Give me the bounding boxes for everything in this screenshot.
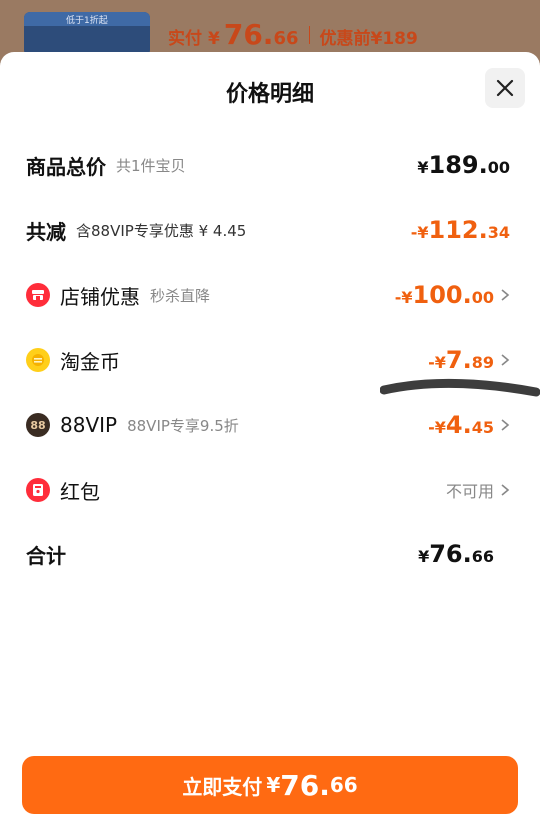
88vip-dec: 45 (471, 418, 494, 437)
total-discount-currency: -¥ (410, 223, 429, 242)
goods-total-int: 189. (428, 151, 488, 179)
pay-now-button[interactable]: 立即支付 ¥76. 66 (22, 756, 518, 814)
total-discount-int: 112. (428, 216, 488, 244)
backdrop-pay-int: 76. (223, 18, 274, 51)
88vip-icon-text: 88 (30, 418, 46, 432)
store-discount-dec: 00 (471, 288, 494, 307)
store-discount-amount: -¥ 100. 00 (395, 281, 494, 309)
row-total-discount: 共减 含88VIP专享优惠 ¥ 4.45 -¥ 112. 34 (0, 210, 540, 250)
goods-total-sub: 共1件宝贝 (116, 156, 186, 175)
sum-int: 76. (429, 540, 472, 568)
backdrop-orig-price: ¥189 (370, 29, 418, 49)
88vip-amount: -¥ 4. 45 (428, 411, 494, 439)
scribble-mark (380, 379, 540, 397)
chevron-right-icon (501, 354, 510, 366)
coin-amount: -¥ 7. 89 (428, 346, 494, 374)
goods-total-amount: ¥189. 00 (417, 151, 510, 179)
sum-dec: 66 (471, 547, 494, 566)
red-packet-status: 不可用 (445, 482, 494, 501)
close-button[interactable] (485, 68, 525, 108)
store-discount-currency: -¥ (394, 288, 413, 307)
store-discount-label: 店铺优惠 (60, 284, 140, 309)
coin-label: 淘金币 (60, 349, 120, 374)
sum-label: 合计 (26, 543, 66, 568)
total-discount-sub: 含88VIP专享优惠 ¥ 4.45 (76, 221, 247, 240)
backdrop-pay-dec: 66 (273, 28, 299, 49)
coin-int: 7. (445, 346, 472, 374)
backdrop-pay-label: 实付 (168, 29, 202, 49)
red-packet-label: 红包 (60, 479, 100, 504)
total-discount-label: 共减 (26, 219, 66, 244)
backdrop-price: 实付 ¥ 76. 66 优惠前 ¥189 (168, 18, 418, 51)
chevron-right-icon (501, 289, 510, 301)
88vip-icon: 88 (26, 413, 50, 437)
goods-total-dec: 00 (487, 158, 510, 177)
total-discount-amount: -¥ 112. 34 (411, 216, 510, 244)
pay-now-dec: 66 (329, 773, 358, 797)
pay-now-label: 立即支付 (182, 774, 263, 799)
price-detail-sheet: 价格明细 商品总价 共1件宝贝 ¥189. 00 共减 含88VIP专享优惠 ¥ … (0, 52, 540, 835)
coin-dec: 89 (471, 353, 494, 372)
pay-now-currency: ¥ (266, 773, 281, 797)
88vip-sub: 88VIP专享9.5折 (127, 416, 239, 435)
pay-now-int: 76. (280, 768, 330, 802)
sum-currency: ¥ (418, 547, 430, 566)
chevron-right-icon (501, 484, 510, 496)
product-thumbnail: 低于1折起 (24, 12, 150, 56)
row-sum: 合计 ¥76. 66 (0, 534, 540, 574)
sheet-title: 价格明细 (225, 82, 314, 107)
coin-currency: -¥ (428, 353, 446, 372)
row-88vip[interactable]: 88 88VIP 88VIP专享9.5折 -¥ 4. 45 (0, 405, 540, 445)
row-goods-total: 商品总价 共1件宝贝 ¥189. 00 (0, 145, 540, 185)
close-icon (496, 79, 514, 97)
88vip-int: 4. (445, 411, 472, 439)
row-store-discount[interactable]: 店铺优惠 秒杀直降 -¥ 100. 00 (0, 275, 540, 315)
goods-total-label: 商品总价 (26, 154, 106, 179)
88vip-currency: -¥ (428, 418, 446, 437)
88vip-label: 88VIP (60, 413, 118, 437)
thumbnail-text: 低于1折起 (66, 16, 108, 26)
sum-amount: ¥76. 66 (418, 540, 494, 568)
row-coin[interactable]: 淘金币 -¥ 7. 89 (0, 340, 540, 380)
backdrop-orig-label: 优惠前 (319, 29, 371, 49)
row-red-packet[interactable]: 红包 不可用 (0, 470, 540, 510)
total-discount-dec: 34 (487, 223, 510, 242)
coin-icon (26, 348, 50, 372)
store-discount-sub: 秒杀直降 (150, 286, 211, 305)
chevron-right-icon (501, 419, 510, 431)
store-discount-int: 100. (412, 281, 472, 309)
store-icon (26, 283, 50, 307)
red-packet-icon (26, 478, 50, 502)
backdrop-currency: ¥ (208, 29, 220, 49)
goods-total-currency: ¥ (417, 158, 429, 177)
backdrop-divider (308, 25, 310, 44)
